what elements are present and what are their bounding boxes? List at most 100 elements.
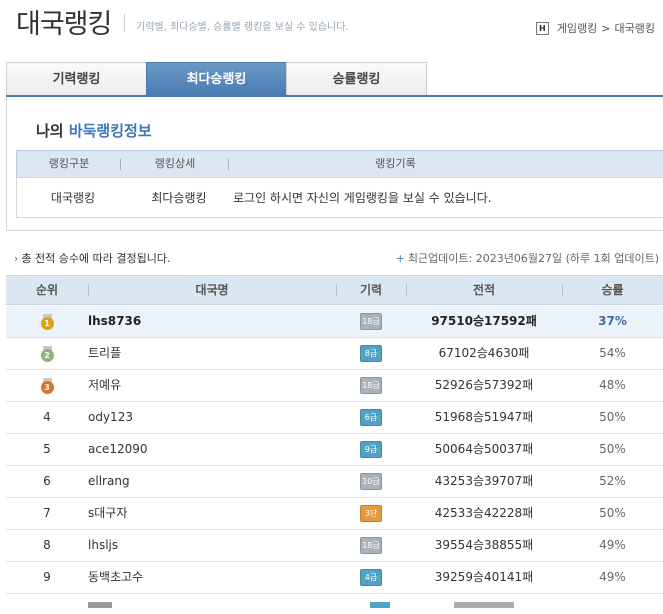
win-rate-cell: 50% (599, 506, 626, 520)
table-row[interactable]: 8 lhsljs 18급 39554승38855패 49% (6, 530, 663, 562)
table-row[interactable]: 1 lhs8736 18급 97510승17592패 37% (6, 306, 663, 338)
record-cell: 52926승57392패 (434, 378, 534, 392)
record-cell: 50064승50037패 (434, 442, 534, 456)
record-cell: 39554승38855패 (434, 538, 534, 552)
my-header-type: 랭킹구분 (17, 151, 121, 177)
rank-cell: 7 (43, 506, 51, 520)
home-icon[interactable]: H (535, 21, 549, 35)
level-badge: 10급 (360, 473, 382, 490)
record-cell: 42533승42228패 (434, 506, 534, 520)
header-rate: 승률 (601, 283, 624, 297)
level-cell: 9급 (336, 434, 406, 465)
header-name: 대국명 (195, 283, 229, 297)
my-ranking-type: 대국랭킹 (50, 191, 96, 205)
rank-cell: 9 (43, 570, 51, 584)
table-row[interactable]: 3 저예유 18급 52926승57392패 48% (6, 370, 663, 402)
arrow-icon: › (14, 252, 19, 265)
breadcrumb: H 게임랭킹 > 대국랭킹 (535, 20, 655, 36)
my-ranking-title: 나의 바둑랭킹정보 (36, 120, 152, 141)
ranking-notice-text: 총 전적 승수에 따라 결정됩니다. (21, 252, 171, 265)
table-row[interactable]: 5 ace12090 9급 50064승50037패 50% (6, 434, 663, 466)
title-divider (124, 14, 125, 32)
level-badge: 6급 (360, 409, 382, 426)
my-header-record: 랭킹기록 (375, 157, 416, 170)
rank-cell: 2 (6, 338, 88, 369)
level-badge: 18급 (360, 313, 382, 330)
level-badge: 18급 (360, 537, 382, 554)
table-row[interactable]: 9 동백초고수 4급 39259승40141패 49% (6, 562, 663, 594)
tab-win-rate-ranking[interactable]: 승률랭킹 (286, 62, 427, 96)
rank-cell: 5 (43, 442, 51, 456)
tab-level-ranking[interactable]: 기력랭킹 (6, 62, 147, 96)
rank-cell: 4 (43, 410, 51, 424)
ranking-table-header: 순위 대국명 기력 전적 승률 (6, 275, 663, 305)
table-row[interactable]: 2 트리플 8급 67102승4630패 54% (6, 338, 663, 370)
win-rate-cell: 54% (599, 346, 626, 360)
record-cell: 43253승39707패 (434, 474, 534, 488)
my-ranking-title-highlight: 바둑랭킹정보 (68, 122, 152, 140)
level-cell: 10급 (336, 466, 406, 497)
page-subtitle: 기력별, 최다승별, 승률별 랭킹을 보실 수 있습니다. (136, 22, 349, 33)
player-name[interactable]: 저예유 (88, 370, 338, 401)
breadcrumb-separator: > (601, 21, 611, 35)
table-row[interactable]: 6 ellrang 10급 43253승39707패 52% (6, 466, 663, 498)
silver-medal-icon: 2 (40, 345, 54, 362)
level-cell: 4급 (336, 562, 406, 593)
table-row[interactable]: 4 ody123 6급 51968승51947패 50% (6, 402, 663, 434)
level-badge: 4급 (360, 569, 382, 586)
win-rate-cell: 49% (599, 538, 626, 552)
my-ranking-title-prefix: 나의 (36, 122, 69, 140)
breadcrumb-parent[interactable]: 게임랭킹 (557, 20, 597, 36)
rank-cell: 3 (6, 370, 88, 401)
level-cell: 18급 (336, 306, 406, 337)
record-cell: 51968승51947패 (434, 410, 534, 424)
page-title: 대국랭킹 (16, 9, 112, 40)
gold-medal-icon: 1 (40, 313, 54, 330)
table-row[interactable]: 7 s대구자 3단 42533승42228패 50% (6, 498, 663, 530)
header-rank: 순위 (35, 283, 59, 297)
update-info-text: 최근업데이트: 2023년06월27일 (하루 1회 업데이트) (407, 252, 659, 265)
tab-most-wins-ranking[interactable]: 최다승랭킹 (146, 62, 287, 96)
my-header-detail: 랭킹상세 (121, 151, 229, 177)
my-ranking-record: 로그인 하시면 자신의 게임랭킹을 보실 수 있습니다. (233, 191, 492, 205)
win-rate-cell: 52% (599, 474, 626, 488)
player-name[interactable]: s대구자 (88, 498, 338, 529)
plus-icon: + (395, 252, 405, 265)
win-rate-cell: 49% (599, 570, 626, 584)
player-name[interactable]: lhs8736 (88, 306, 338, 337)
rank-cell: 6 (43, 474, 51, 488)
my-ranking-row: 대국랭킹 최다승랭킹 로그인 하시면 자신의 게임랭킹을 보실 수 있습니다. (16, 178, 663, 218)
table-row-partial (6, 594, 663, 614)
win-rate-cell: 48% (599, 378, 626, 392)
player-name[interactable]: 트리플 (88, 338, 338, 369)
level-badge: 8급 (360, 345, 382, 362)
breadcrumb-current: 대국랭킹 (614, 22, 655, 35)
player-name[interactable]: 동백초고수 (88, 562, 338, 593)
win-rate-cell: 50% (599, 410, 626, 424)
ranking-tabs: 기력랭킹 최다승랭킹 승률랭킹 (6, 62, 427, 96)
update-info: + 최근업데이트: 2023년06월27일 (하루 1회 업데이트) (396, 250, 659, 266)
level-badge: 18급 (360, 377, 382, 394)
level-badge: 9급 (360, 441, 382, 458)
level-cell: 18급 (336, 530, 406, 561)
record-cell: 39259승40141패 (434, 570, 534, 584)
bronze-medal-icon: 3 (40, 377, 54, 394)
level-badge: 3단 (360, 505, 382, 522)
player-name[interactable]: ace12090 (88, 434, 338, 465)
my-ranking-detail: 최다승랭킹 (151, 191, 207, 205)
header-record: 전적 (472, 283, 496, 297)
record-cell: 67102승4630패 (438, 346, 530, 360)
level-cell: 3단 (336, 498, 406, 529)
header-level: 기력 (359, 283, 383, 297)
rank-cell: 8 (43, 538, 51, 552)
record-cell: 97510승17592패 (431, 314, 537, 328)
page-header: 대국랭킹 기력별, 최다승별, 승률별 랭킹을 보실 수 있습니다. H 게임랭… (0, 0, 663, 44)
ranking-notice: › 총 전적 승수에 따라 결정됩니다. (14, 250, 170, 266)
level-cell: 18급 (336, 370, 406, 401)
player-name[interactable]: lhsljs (88, 530, 338, 561)
player-name[interactable]: ellrang (88, 466, 338, 497)
player-name[interactable]: ody123 (88, 402, 338, 433)
level-cell: 6급 (336, 402, 406, 433)
win-rate-cell: 50% (599, 442, 626, 456)
my-ranking-header: 랭킹구분 랭킹상세 랭킹기록 (16, 150, 663, 178)
